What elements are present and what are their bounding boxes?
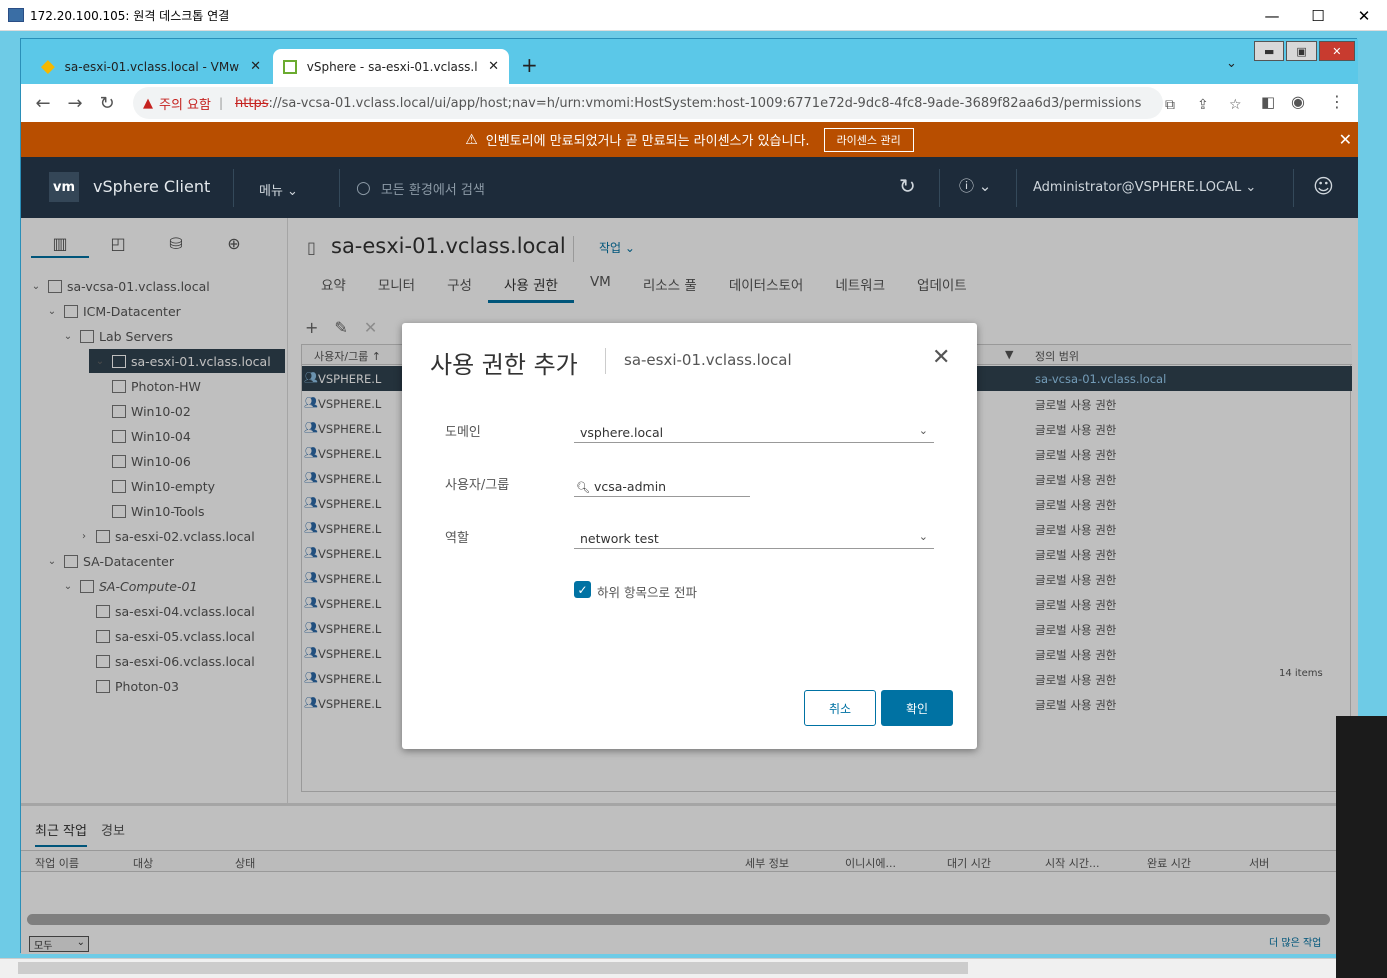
dialog-title: 사용 권한 추가	[430, 351, 578, 379]
forward-button[interactable]: →	[59, 93, 91, 114]
rdp-maximize-button[interactable]: ☐	[1295, 0, 1341, 31]
rdp-title-bar: 172.20.100.105: 원격 데스크톱 연결 — ☐ ✕	[0, 0, 1387, 31]
search-icon: 🔍︎	[576, 481, 590, 494]
user-group-label: 사용자/그룹	[445, 478, 510, 493]
bookmark-star-icon[interactable]: ☆	[1229, 97, 1242, 113]
role-label: 역할	[445, 531, 469, 546]
tab-close-icon[interactable]: ✕	[488, 59, 499, 74]
warning-icon: ⚠	[465, 131, 478, 148]
refresh-icon[interactable]: ↻	[899, 174, 916, 198]
rdp-minimize-button[interactable]: —	[1249, 0, 1295, 31]
search-icon: ○	[356, 178, 371, 198]
url-text: https://sa-vcsa-01.vclass.local/ui/app/h…	[235, 95, 1142, 111]
tab-bar: sa-esxi-01.vclass.local - VMware ✕ vSphe…	[21, 39, 1358, 84]
browser-tab-vmware[interactable]: sa-esxi-01.vclass.local - VMware ✕	[31, 49, 271, 84]
add-permission-dialog: 사용 권한 추가 sa-esxi-01.vclass.local ✕ 도메인 v…	[402, 323, 977, 749]
rdp-scroll-thumb[interactable]	[18, 962, 968, 974]
domain-label: 도메인	[445, 425, 481, 440]
user-group-input[interactable]: 🔍︎ vcsa-admin	[574, 475, 750, 497]
propagate-checkbox[interactable]: ✓	[574, 581, 591, 598]
header-divider	[939, 169, 940, 207]
license-banner: ⚠ 인벤토리에 만료되었거나 곧 만료되는 라이센스가 있습니다. 라이센스 관…	[21, 122, 1358, 157]
banner-close-icon[interactable]: ✕	[1339, 130, 1352, 149]
dialog-close-icon[interactable]: ✕	[932, 345, 950, 370]
header-divider	[339, 169, 340, 207]
tab-search-chevron-icon[interactable]: ⌄	[1226, 56, 1237, 71]
back-button[interactable]: ←	[27, 93, 59, 114]
banner-message: 인벤토리에 만료되었거나 곧 만료되는 라이센스가 있습니다.	[485, 134, 810, 149]
user-menu[interactable]: Administrator@VSPHERE.LOCAL ⌄	[1033, 180, 1256, 195]
browser-window: sa-esxi-01.vclass.local - VMware ✕ vSphe…	[20, 38, 1358, 954]
rdp-app-icon	[8, 8, 24, 22]
rdp-close-button[interactable]: ✕	[1341, 0, 1387, 31]
header-divider	[1016, 169, 1017, 207]
ok-button[interactable]: 확인	[881, 690, 953, 726]
new-tab-button[interactable]: +	[521, 53, 538, 77]
manage-licenses-button[interactable]: 라이센스 관리	[823, 127, 914, 152]
url-separator: |	[218, 96, 224, 110]
menu-dropdown[interactable]: 메뉴 ⌄	[259, 180, 298, 199]
dialog-title-divider	[605, 348, 606, 374]
chevron-down-icon: ⌄	[918, 424, 928, 437]
translate-icon[interactable]: ⧉	[1165, 97, 1175, 113]
rdp-title: 172.20.100.105: 원격 데스크톱 연결	[30, 8, 230, 23]
address-bar: ← → ↻ ▲ 주의 요함 | https://sa-vcsa-01.vclas…	[21, 84, 1358, 122]
tab-close-icon[interactable]: ✕	[250, 59, 261, 74]
header-divider	[233, 169, 234, 207]
vm-logo: vm	[49, 172, 79, 202]
chevron-down-icon: ⌄	[918, 530, 928, 543]
url-field[interactable]: ▲ 주의 요함 | https://sa-vcsa-01.vclass.loca…	[133, 87, 1242, 119]
browser-tab-vsphere[interactable]: vSphere - sa-esxi-01.vclass.local ✕	[273, 49, 509, 84]
search-placeholder: 모든 환경에서 검색	[380, 182, 485, 198]
dialog-subtitle: sa-esxi-01.vclass.local	[624, 351, 792, 369]
inner-close-button[interactable]: ✕	[1318, 41, 1355, 61]
feedback-smiley-icon[interactable]: ☺	[1313, 174, 1334, 198]
warning-icon: ▲	[143, 95, 153, 111]
inner-maximize-button[interactable]: ▣	[1286, 41, 1317, 61]
share-icon[interactable]: ⇪	[1197, 97, 1209, 113]
help-icon[interactable]: ⓘ ⌄	[959, 175, 991, 196]
sidebar-icon[interactable]: ◧	[1261, 93, 1275, 111]
vsphere-header: vm vSphere Client 메뉴 ⌄ ○ 모든 환경에서 검색 ↻ ⓘ …	[21, 157, 1358, 218]
global-search[interactable]: ○ 모든 환경에서 검색	[356, 176, 756, 200]
inner-window-controls: ▬ ▣ ✕	[1254, 41, 1357, 63]
header-divider	[1293, 169, 1294, 207]
security-warning[interactable]: 주의 요함	[159, 94, 211, 113]
role-select[interactable]: network test ⌄	[574, 527, 934, 549]
vsphere-favicon-icon	[283, 59, 297, 74]
inner-minimize-button[interactable]: ▬	[1254, 41, 1285, 61]
cancel-button[interactable]: 취소	[804, 690, 876, 726]
kebab-menu-icon[interactable]: ⋮	[1329, 92, 1345, 111]
app-name: vSphere Client	[93, 177, 211, 196]
reload-button[interactable]: ↻	[91, 93, 123, 114]
profile-icon[interactable]: ◉	[1291, 92, 1305, 111]
remote-taskbar-edge	[1336, 716, 1387, 978]
domain-select[interactable]: vsphere.local ⌄	[574, 421, 934, 443]
vmware-favicon-icon	[40, 59, 55, 74]
propagate-label: 하위 항목으로 전파	[597, 585, 697, 600]
